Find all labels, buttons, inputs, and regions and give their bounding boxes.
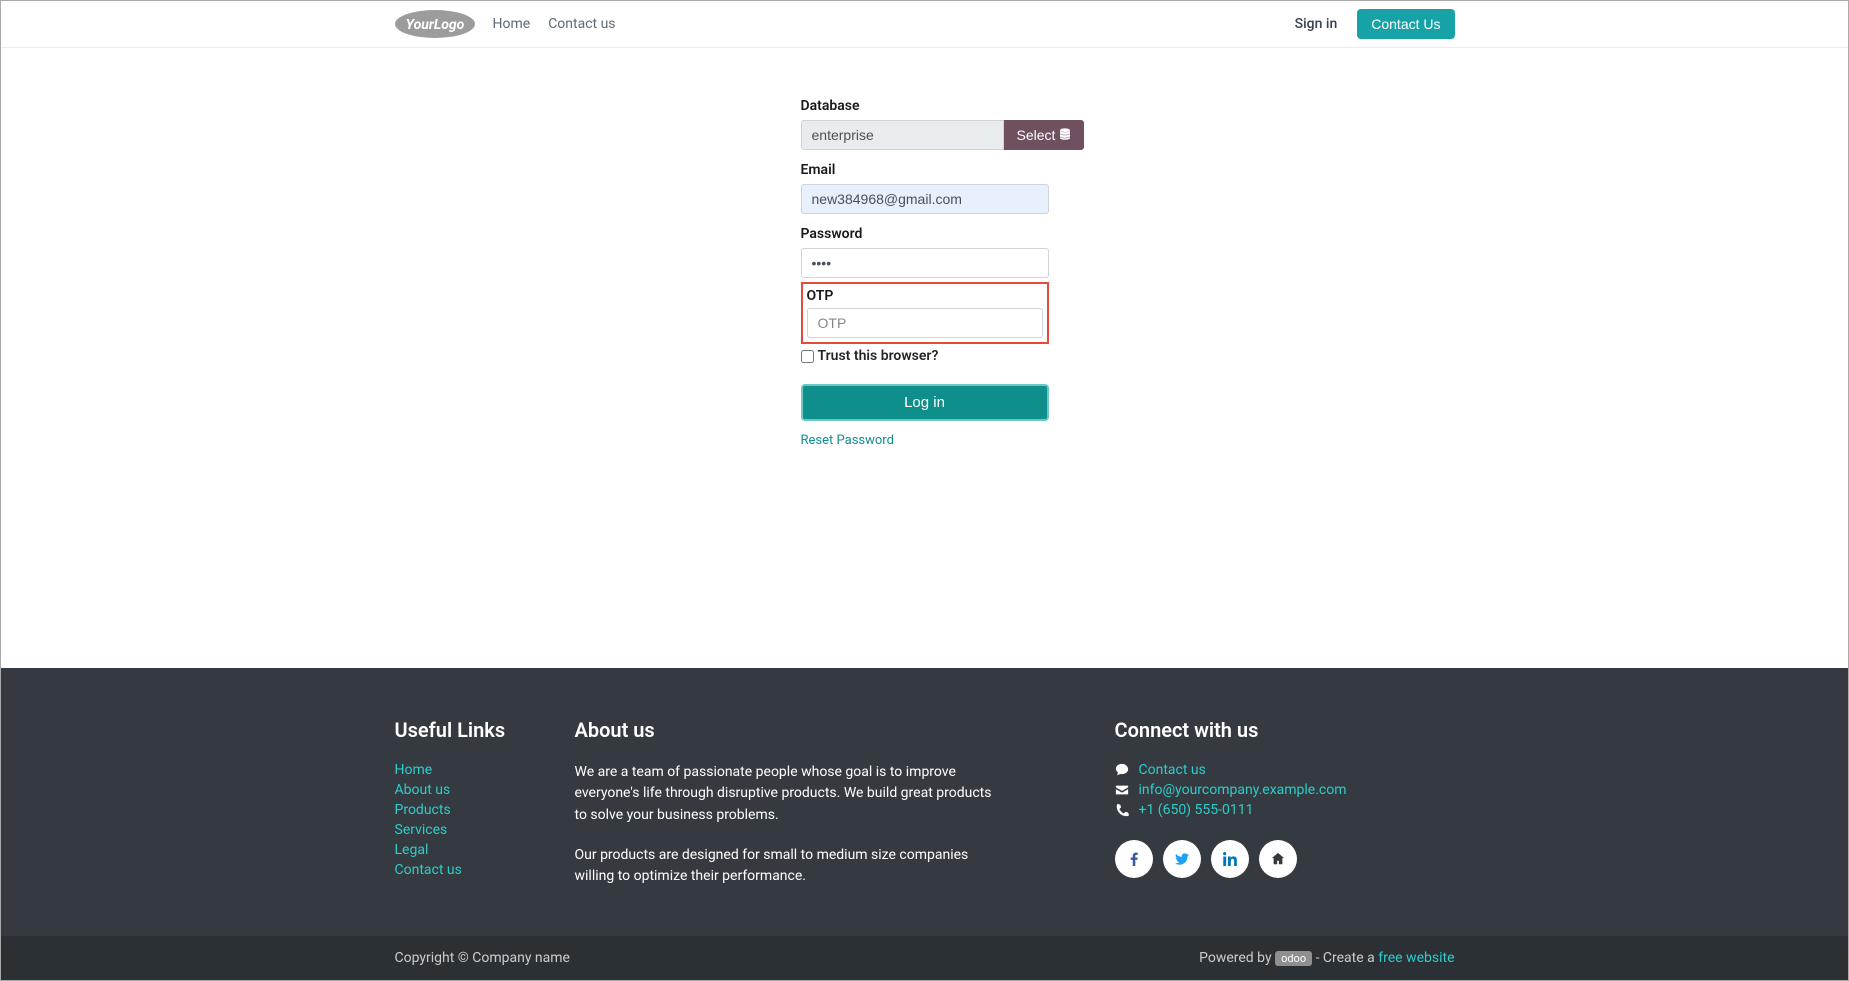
free-website-link[interactable]: free website	[1378, 950, 1454, 966]
about-us-heading: About us	[575, 718, 1115, 742]
password-label: Password	[801, 226, 1049, 242]
useful-links-list: Home About us Products Services Legal Co…	[395, 762, 575, 878]
nav-home[interactable]: Home	[493, 16, 531, 32]
about-paragraph-2: Our products are designed for small to m…	[575, 845, 1005, 888]
select-label: Select	[1017, 127, 1056, 143]
envelope-icon	[1115, 783, 1129, 797]
linkedin-icon[interactable]	[1211, 840, 1249, 878]
password-field[interactable]	[801, 248, 1049, 278]
odoo-badge[interactable]: odoo	[1275, 951, 1312, 966]
otp-field[interactable]	[807, 308, 1043, 338]
footer: Useful Links Home About us Products Serv…	[1, 668, 1848, 936]
nav-contact[interactable]: Contact us	[548, 16, 615, 32]
email-field[interactable]	[801, 184, 1049, 214]
otp-label: OTP	[807, 288, 1043, 304]
phone-icon	[1115, 803, 1129, 817]
connect-contact-link[interactable]: Contact us	[1139, 762, 1206, 778]
svg-text:YourLogo: YourLogo	[405, 17, 464, 33]
trust-browser-label: Trust this browser?	[818, 348, 939, 364]
navbar: YourLogo Home Contact us Sign in Contact…	[1, 1, 1848, 48]
connect-email-link[interactable]: info@yourcompany.example.com	[1139, 782, 1347, 798]
email-label: Email	[801, 162, 1049, 178]
home-icon[interactable]	[1259, 840, 1297, 878]
copyright-text: Copyright © Company name	[395, 950, 570, 966]
subfooter: Copyright © Company name Powered by odoo…	[1, 936, 1848, 980]
footer-link-contact[interactable]: Contact us	[395, 862, 462, 878]
connect-phone-link[interactable]: +1 (650) 555-0111	[1139, 802, 1254, 818]
database-label: Database	[801, 98, 1049, 114]
powered-by: Powered by odoo - Create a free website	[1199, 950, 1454, 966]
chat-icon	[1115, 763, 1129, 777]
footer-link-products[interactable]: Products	[395, 802, 451, 818]
footer-link-services[interactable]: Services	[395, 822, 448, 838]
login-form: Database Select	[801, 98, 1049, 448]
reset-password-link[interactable]: Reset Password	[801, 433, 894, 448]
logo[interactable]: YourLogo	[395, 10, 475, 38]
database-input	[801, 120, 1004, 150]
trust-browser-checkbox[interactable]	[801, 350, 814, 363]
connect-heading: Connect with us	[1115, 718, 1455, 742]
main-content: Database Select	[1, 48, 1848, 668]
nav-signin[interactable]: Sign in	[1295, 16, 1338, 32]
twitter-icon[interactable]	[1163, 840, 1201, 878]
useful-links-heading: Useful Links	[395, 718, 575, 742]
about-paragraph-1: We are a team of passionate people whose…	[575, 762, 1005, 827]
footer-link-about[interactable]: About us	[395, 782, 451, 798]
facebook-icon[interactable]	[1115, 840, 1153, 878]
database-icon	[1059, 127, 1071, 143]
contact-us-button[interactable]: Contact Us	[1357, 9, 1454, 39]
otp-group: OTP	[801, 282, 1049, 344]
footer-link-legal[interactable]: Legal	[395, 842, 429, 858]
footer-link-home[interactable]: Home	[395, 762, 433, 778]
select-database-button[interactable]: Select	[1004, 120, 1085, 150]
login-button[interactable]: Log in	[801, 384, 1049, 421]
